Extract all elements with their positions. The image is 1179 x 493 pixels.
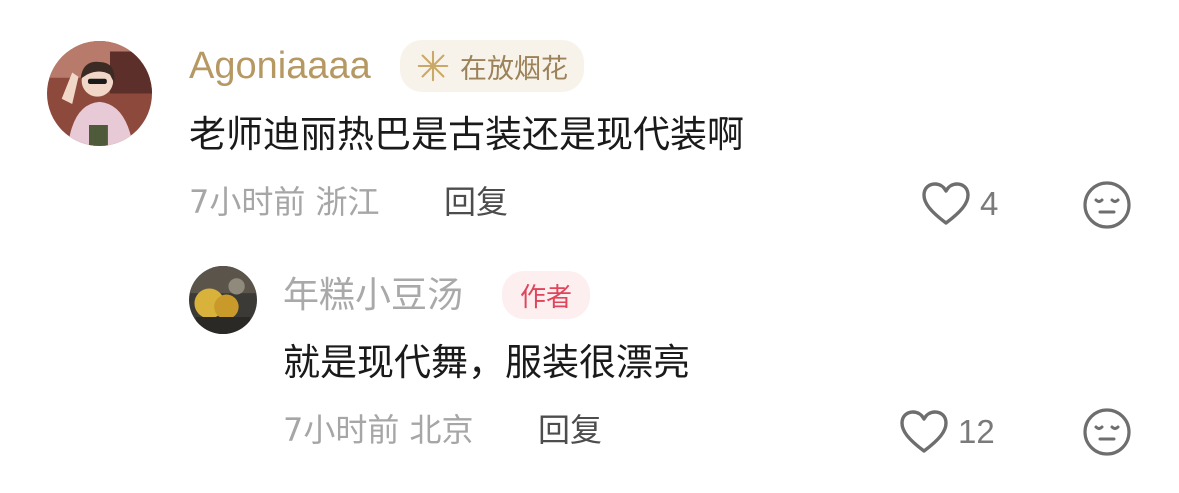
reply-text[interactable]: 就是现代舞，服装很漂亮 [283, 344, 690, 381]
neutral-face-icon [1083, 181, 1131, 229]
fireworks-badge: 在放烟花 [400, 40, 584, 92]
like-button[interactable]: 12 [898, 408, 995, 456]
replier-avatar[interactable] [189, 266, 257, 334]
replier-username[interactable]: 年糕小豆汤 [283, 278, 463, 314]
fireworks-icon [414, 47, 452, 85]
reply-button[interactable]: 回复 [444, 186, 508, 218]
reaction-button[interactable] [1082, 407, 1132, 457]
commenter-avatar[interactable] [47, 41, 152, 146]
reply-time-location: 7小时前 北京 [283, 411, 474, 449]
avatar-photo [189, 266, 257, 334]
comment-time-location: 7小时前 浙江 [189, 183, 380, 221]
badge-label: 在放烟花 [460, 53, 568, 85]
like-count: 4 [980, 185, 999, 222]
neutral-face-icon [1083, 408, 1131, 456]
reaction-button[interactable] [1082, 180, 1132, 230]
commenter-username[interactable]: Agoniaaaa [189, 47, 371, 85]
comment-text[interactable]: 老师迪丽热巴是古装还是现代装啊 [189, 116, 744, 153]
comment-thread: Agoniaaaa 在放烟花 老师迪丽热巴是古装还是现代装啊 7小时前 浙江 回… [0, 0, 1179, 493]
reply-button[interactable]: 回复 [538, 414, 602, 446]
avatar-photo [47, 41, 152, 146]
like-count: 12 [958, 413, 995, 450]
author-badge: 作者 [502, 271, 591, 319]
heart-icon [900, 410, 948, 453]
heart-icon [922, 182, 970, 225]
like-button[interactable]: 4 [920, 180, 998, 228]
